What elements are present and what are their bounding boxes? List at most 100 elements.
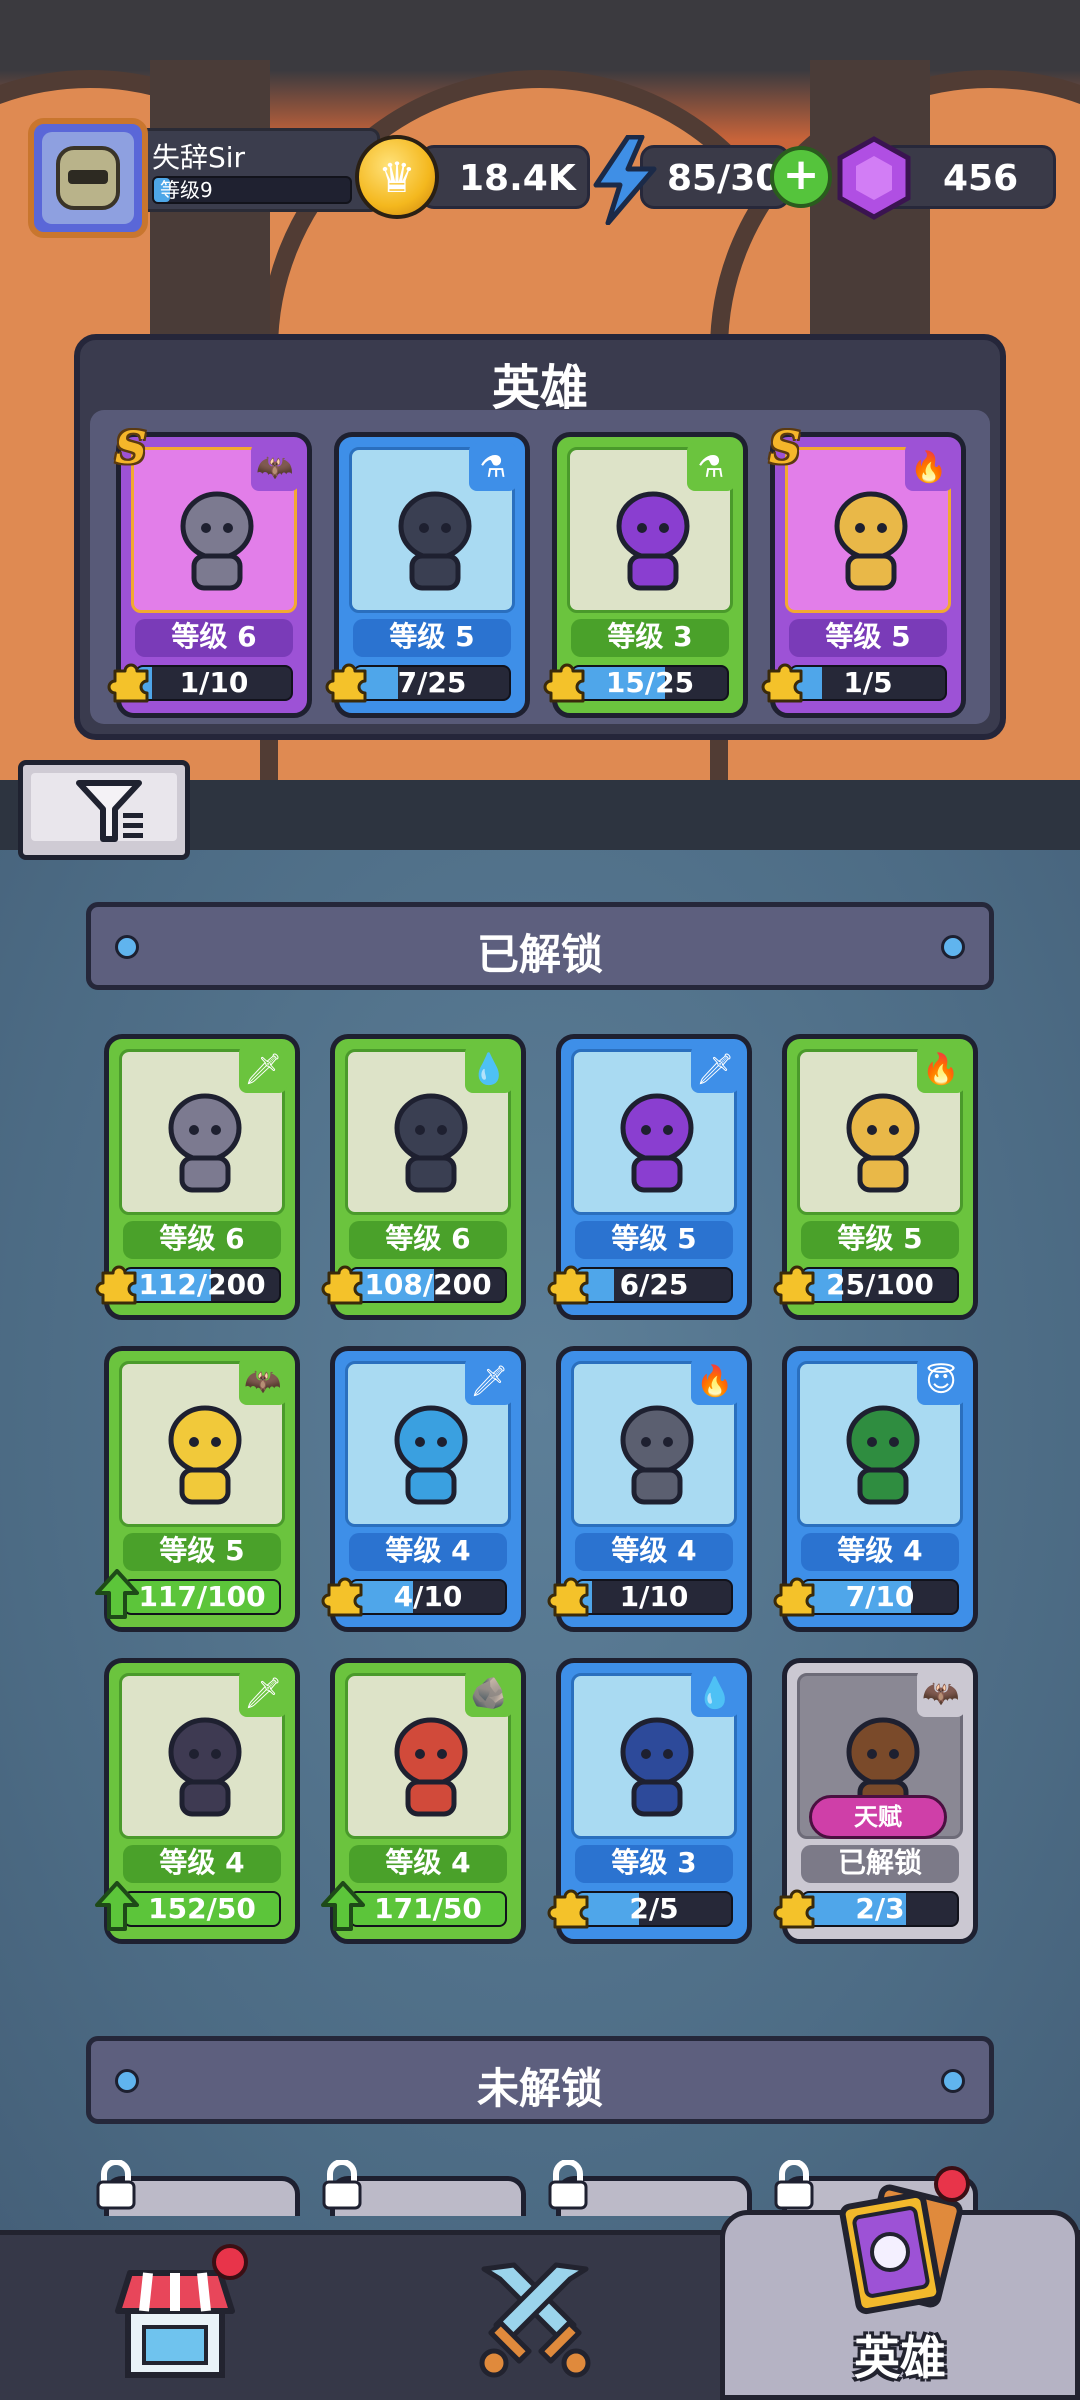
hero-level-label: 已解锁	[801, 1845, 959, 1883]
hero-card[interactable]: 🗡 等级 4 152/50	[95, 1658, 300, 1944]
rank-badge: S	[769, 423, 801, 474]
upgrade-arrow-icon	[95, 1881, 139, 1931]
hero-card[interactable]: 😇 等级 4 7/10	[773, 1346, 978, 1632]
puzzle-shard-icon	[773, 1571, 821, 1619]
shard-count: 1/5	[843, 666, 893, 699]
shard-count: 108/200	[364, 1268, 492, 1301]
lock-icon	[548, 2160, 588, 2210]
hero-character-icon	[172, 484, 262, 594]
hero-character-icon	[608, 484, 698, 594]
shard-progress-bar: 171/50	[349, 1891, 507, 1927]
fire-element-icon: 🔥	[905, 443, 953, 491]
player-profile[interactable]: 失辞Sir 等级9	[28, 118, 380, 238]
hero-level-label: 等级 4	[349, 1533, 507, 1571]
hero-card[interactable]: 💧 等级 3 2/5	[547, 1658, 752, 1944]
rank-badge: S	[115, 423, 147, 474]
bat-element-icon: 🦇	[239, 1357, 287, 1405]
puzzle-shard-icon	[543, 657, 591, 705]
crown-coin-icon: ♛	[355, 135, 439, 219]
shard-progress-bar: 4/10	[349, 1579, 507, 1615]
shard-progress-bar: 25/100	[801, 1267, 959, 1303]
water-element-icon: 💧	[465, 1045, 513, 1093]
energy-counter[interactable]: 85/30	[640, 145, 790, 209]
hero-card[interactable]: 🔥 S 等级 5 1/5	[761, 423, 966, 718]
fire-element-icon: 🔥	[917, 1045, 965, 1093]
shard-progress-bar: 7/10	[801, 1579, 959, 1615]
filter-button[interactable]	[18, 760, 190, 860]
hero-card[interactable]: 🗡 等级 6 112/200	[95, 1034, 300, 1320]
hero-level-label: 等级 5	[353, 619, 511, 657]
add-energy-button[interactable]: +	[770, 146, 832, 208]
shard-progress-bar: 1/5	[789, 665, 947, 701]
hero-character-icon	[386, 1086, 476, 1196]
hero-character-icon	[826, 484, 916, 594]
gem-icon	[837, 136, 911, 220]
puzzle-shard-icon	[547, 1883, 595, 1931]
hero-level-label: 等级 5	[789, 619, 947, 657]
hero-card[interactable]: 🗡 等级 4 4/10	[321, 1346, 526, 1632]
hero-level-label: 等级 5	[123, 1533, 281, 1571]
hero-card[interactable]: ⚗ 等级 5 7/25	[325, 432, 530, 718]
heroes-notification-dot	[934, 2166, 970, 2202]
hero-character-icon	[838, 1398, 928, 1508]
unlocked-section-header: 已解锁	[86, 902, 994, 990]
hero-character-icon	[160, 1086, 250, 1196]
shop-notification-dot	[212, 2244, 248, 2280]
hero-level-label: 等级 3	[571, 619, 729, 657]
bat-element-icon: 🦇	[251, 443, 299, 491]
shard-progress-bar: 112/200	[123, 1267, 281, 1303]
shard-progress-bar: 6/25	[575, 1267, 733, 1303]
hero-card[interactable]: 🦇 天赋已解锁 2/3	[773, 1658, 978, 1944]
sword-element-icon: 🗡	[239, 1045, 287, 1093]
shard-progress-bar: 15/25	[571, 665, 729, 701]
shard-count: 1/10	[619, 1580, 689, 1613]
hero-card[interactable]: 🦇 S 等级 6 1/10	[107, 423, 312, 718]
upgrade-arrow-icon	[95, 1569, 139, 1619]
mummy-avatar-icon	[56, 146, 120, 210]
rock-element-icon: 🪨	[465, 1669, 513, 1717]
shard-progress-bar: 1/10	[575, 1579, 733, 1615]
coin-counter[interactable]: 18.4K	[420, 145, 590, 209]
hero-card[interactable]: 💧 等级 6 108/200	[321, 1034, 526, 1320]
hero-level-label: 等级 6	[349, 1221, 507, 1259]
nav-tab-battle[interactable]	[470, 2255, 600, 2385]
shard-progress-bar: 2/5	[575, 1891, 733, 1927]
puzzle-shard-icon	[95, 1259, 143, 1307]
puzzle-shard-icon	[773, 1883, 821, 1931]
shard-count: 15/25	[605, 666, 695, 699]
coin-amount: 18.4K	[459, 158, 576, 199]
shard-count: 152/50	[148, 1892, 256, 1925]
puzzle-shard-icon	[547, 1259, 595, 1307]
shard-count: 6/25	[619, 1268, 689, 1301]
avatar[interactable]	[28, 118, 148, 238]
shard-progress-bar: 7/25	[353, 665, 511, 701]
hero-card[interactable]: 🔥 等级 5 25/100	[773, 1034, 978, 1320]
hero-character-icon	[386, 1710, 476, 1820]
filter-icon	[76, 780, 143, 842]
hero-card[interactable]: 🪨 等级 4 171/50	[321, 1658, 526, 1944]
puzzle-shard-icon	[547, 1571, 595, 1619]
bat-element-icon: 🦇	[917, 1669, 965, 1717]
shard-progress-bar: 117/100	[123, 1579, 281, 1615]
hero-level-label: 等级 3	[575, 1845, 733, 1883]
shard-count: 112/200	[138, 1268, 266, 1301]
player-level-bar: 等级9	[152, 176, 352, 204]
talent-button[interactable]: 天赋	[809, 1795, 947, 1839]
hero-card[interactable]: 🦇 等级 5 117/100	[95, 1346, 300, 1632]
wings-element-icon: 😇	[917, 1357, 965, 1405]
shard-count: 4/10	[393, 1580, 463, 1613]
water-element-icon: 💧	[691, 1669, 739, 1717]
hero-level-label: 等级 5	[575, 1221, 733, 1259]
shard-progress-bar: 1/10	[135, 665, 293, 701]
sword-element-icon: 🗡	[465, 1357, 513, 1405]
shard-progress-bar: 108/200	[349, 1267, 507, 1303]
locked-title: 未解锁	[476, 2064, 603, 2113]
puzzle-shard-icon	[325, 657, 373, 705]
shard-count: 1/10	[179, 666, 249, 699]
hero-card[interactable]: ⚗ 等级 3 15/25	[543, 432, 748, 718]
puzzle-shard-icon	[321, 1259, 369, 1307]
potion-element-icon: ⚗	[469, 443, 517, 491]
hero-card[interactable]: 🔥 等级 4 1/10	[547, 1346, 752, 1632]
shard-count: 2/3	[855, 1892, 905, 1925]
hero-card[interactable]: 🗡 等级 5 6/25	[547, 1034, 752, 1320]
